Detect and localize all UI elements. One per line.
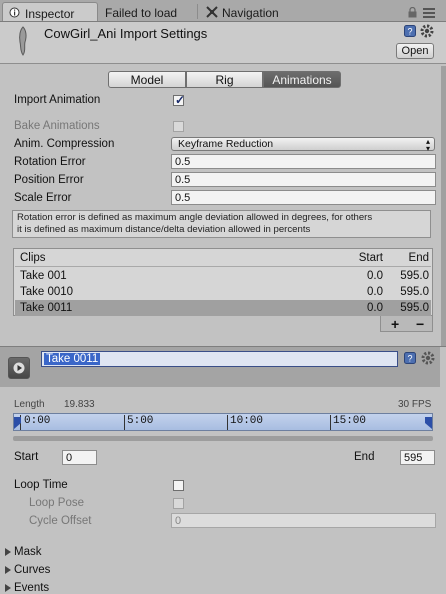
tab-rig[interactable]: Rig: [186, 71, 263, 88]
fps-label: 30 FPS: [398, 399, 432, 410]
tab-label: Failed to load: [105, 6, 178, 20]
foldout-arrow-icon[interactable]: [5, 584, 11, 592]
start-label: Start: [14, 451, 39, 463]
help-icon[interactable]: ?: [404, 25, 416, 40]
tab-model[interactable]: Model: [108, 71, 186, 88]
clip-name-field[interactable]: Take 0011: [41, 351, 398, 367]
list-item-selected[interactable]: Take 0011 0.0 595.0: [15, 300, 431, 316]
clip-start: 0.0: [367, 286, 383, 298]
dropdown-arrows-icon: ▴ ▾: [425, 137, 430, 153]
scale-error-field[interactable]: 0.5: [171, 190, 436, 205]
column-header-end: End: [408, 252, 429, 264]
loop-time-checkbox[interactable]: [173, 480, 184, 491]
help-text-line: it is defined as maximum distance/delta …: [17, 223, 311, 235]
loop-pose-label: Loop Pose: [29, 497, 84, 509]
remove-clip-button[interactable]: −: [416, 316, 424, 332]
end-marker-icon[interactable]: [424, 417, 432, 432]
list-item[interactable]: Take 001 0.0 595.0: [15, 268, 431, 284]
help-icon[interactable]: ?: [404, 352, 416, 367]
timeline-bar[interactable]: 0:00 5:00 10:00 15:00: [13, 413, 433, 431]
clip-name: Take 0011: [20, 302, 73, 314]
end-label: End: [354, 451, 375, 463]
tab-inspector[interactable]: Inspector: [2, 2, 98, 21]
clips-footer: + −: [380, 316, 433, 332]
timeline-tick-label: 5:00: [127, 415, 154, 427]
anim-compression-dropdown[interactable]: Keyframe Reduction ▴ ▾: [171, 137, 435, 153]
column-header-clips: Clips: [20, 252, 46, 264]
timeline-tick: [124, 415, 125, 430]
timeline-tick-label: 0:00: [24, 415, 51, 427]
bake-animations-label: Bake Animations: [14, 120, 100, 132]
clips-header-row: Clips Start End: [15, 250, 431, 267]
clip-start: 0.0: [367, 302, 383, 314]
tab-animations[interactable]: Animations: [263, 71, 341, 88]
position-error-field[interactable]: 0.5: [171, 172, 436, 187]
rotation-error-label: Rotation Error: [14, 156, 86, 168]
help-text-line: Rotation error is defined as maximum ang…: [17, 212, 373, 223]
cycle-offset-field: 0: [171, 513, 436, 528]
tab-navigation[interactable]: Navigation: [200, 2, 320, 21]
foldout-arrow-icon[interactable]: [5, 548, 11, 556]
fbx-asset-icon: [14, 26, 32, 59]
clip-end: 595.0: [400, 270, 429, 282]
cycle-offset-label: Cycle Offset: [29, 515, 92, 527]
clip-end: 595.0: [400, 302, 429, 314]
add-clip-button[interactable]: +: [391, 316, 399, 332]
foldout-arrow-icon[interactable]: [5, 566, 11, 574]
svg-text:?: ?: [407, 354, 412, 364]
foldout-events[interactable]: Events: [14, 582, 49, 594]
anim-compression-label: Anim. Compression: [14, 138, 115, 150]
timeline-tick-label: 10:00: [230, 415, 264, 427]
import-animation-label: Import Animation: [14, 94, 101, 106]
bake-animations-checkbox: [173, 121, 184, 132]
inspector-scrollbar[interactable]: [441, 66, 446, 346]
navigation-icon: [206, 6, 218, 21]
timeline-tick: [227, 415, 228, 430]
list-item[interactable]: Take 0010 0.0 595.0: [15, 284, 431, 300]
play-icon: [13, 362, 25, 374]
loop-time-label: Loop Time: [14, 479, 68, 491]
clip-end: 595.0: [400, 286, 429, 298]
scale-error-label: Scale Error: [14, 192, 72, 204]
end-field[interactable]: 595: [400, 450, 435, 465]
clip-name: Take 0010: [20, 286, 74, 298]
timeline-tick: [330, 415, 331, 430]
clip-name: Take 001: [20, 270, 67, 282]
gear-icon[interactable]: [421, 351, 435, 368]
tab-menu-icon[interactable]: [422, 5, 436, 22]
play-clip-button[interactable]: [8, 357, 30, 379]
loop-pose-checkbox: [173, 498, 184, 509]
length-value: 19.833: [64, 399, 95, 410]
foldout-curves[interactable]: Curves: [14, 564, 50, 576]
column-header-start: Start: [358, 252, 383, 264]
timeline-tick-label: 15:00: [333, 415, 367, 427]
clips-list: Clips Start End Take 001 0.0 595.0 Take …: [13, 248, 433, 316]
anim-compression-value: Keyframe Reduction: [178, 138, 274, 150]
inspector-tab-icon: [9, 7, 20, 21]
foldout-mask[interactable]: Mask: [14, 546, 41, 558]
tab-divider: [197, 4, 198, 19]
page-title: CowGirl_Ani Import Settings: [44, 26, 208, 41]
position-error-label: Position Error: [14, 174, 84, 186]
open-button[interactable]: Open: [396, 43, 434, 59]
start-marker-icon[interactable]: [14, 417, 22, 432]
length-label: Length: [14, 399, 45, 410]
clip-start: 0.0: [367, 270, 383, 282]
start-field[interactable]: 0: [62, 450, 97, 465]
rotation-error-field[interactable]: 0.5: [171, 154, 436, 169]
import-animation-checkbox[interactable]: ✓: [173, 93, 185, 107]
gear-icon[interactable]: [420, 24, 434, 41]
timeline-scroll-track[interactable]: [13, 436, 433, 441]
clip-name-selected-text: Take 0011: [44, 353, 101, 365]
tab-label: Navigation: [222, 6, 279, 20]
tab-failed-to-load[interactable]: Failed to load: [99, 2, 197, 21]
help-box: Rotation error is defined as maximum ang…: [12, 210, 431, 238]
lock-icon[interactable]: [408, 6, 417, 21]
tab-label: Inspector: [25, 7, 75, 21]
svg-text:?: ?: [407, 27, 412, 37]
